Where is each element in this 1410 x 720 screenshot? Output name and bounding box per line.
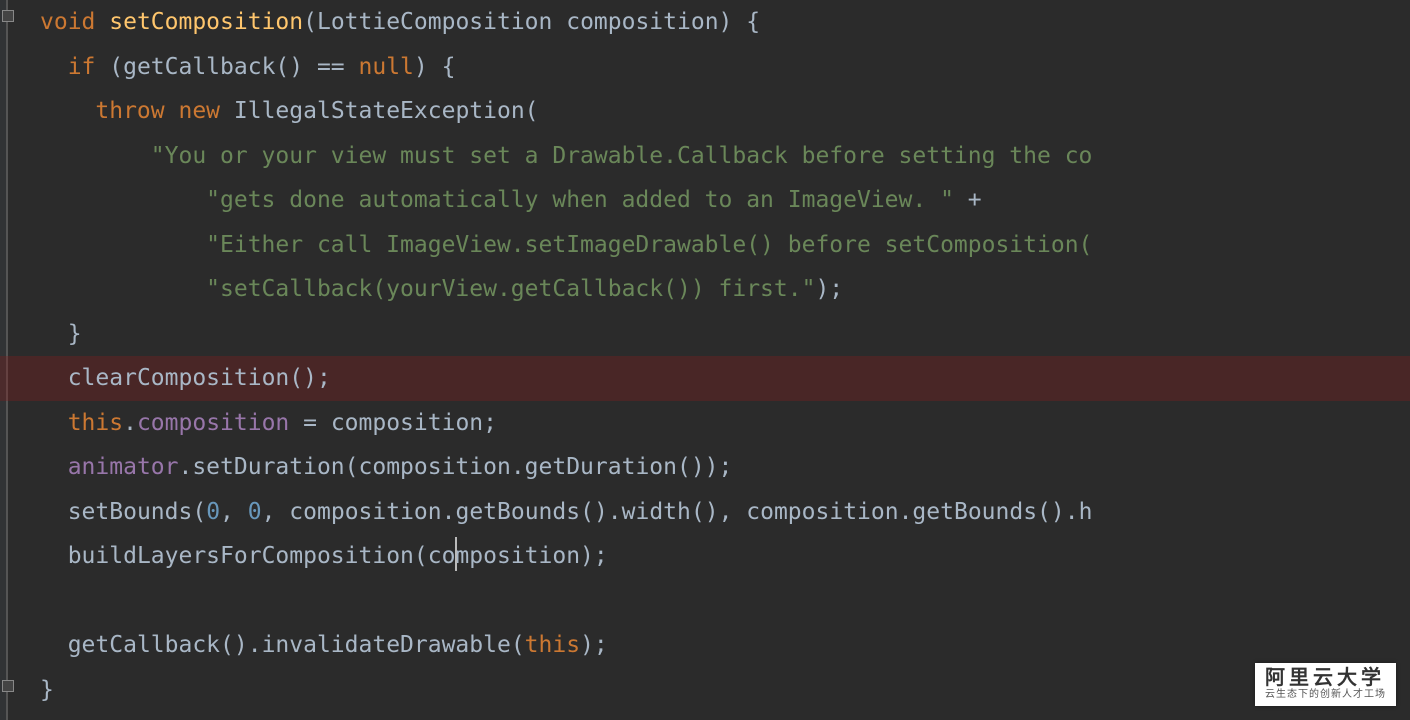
code-line[interactable] [12, 579, 1410, 624]
dot: . [123, 410, 137, 436]
string-literal: "setCallback(yourView.getCallback()) fir… [206, 276, 815, 302]
code-line[interactable]: setBounds(0, 0, composition.getBounds().… [12, 490, 1410, 535]
method-call: setBounds( [68, 499, 206, 525]
method-name: setComposition [109, 9, 303, 35]
operator-plus: + [954, 187, 982, 213]
code-line[interactable]: animator.setDuration(composition.getDura… [12, 445, 1410, 490]
close-brace: } [40, 677, 54, 703]
field-ref: animator [68, 454, 179, 480]
method-call: , composition.getBounds().width(), compo… [262, 499, 1093, 525]
method-call: buildLayersForComposition(composition); [68, 543, 608, 569]
string-literal: "gets done automatically when added to a… [206, 187, 954, 213]
close-paren: ); [580, 632, 608, 658]
keyword-throw: throw [95, 98, 164, 124]
expr: ) { [414, 54, 456, 80]
code-line[interactable]: "setCallback(yourView.getCallback()) fir… [12, 267, 1410, 312]
close-paren: ); [815, 276, 843, 302]
exception-type: IllegalStateException( [234, 98, 539, 124]
code-line[interactable]: "Either call ImageView.setImageDrawable(… [12, 223, 1410, 268]
watermark: 阿里云大学 云生态下的创新人才工场 [1255, 663, 1396, 706]
code-line[interactable]: void setComposition(LottieComposition co… [12, 0, 1410, 45]
string-literal: "You or your view must set a Drawable.Ca… [151, 143, 1093, 169]
keyword-this: this [525, 632, 580, 658]
code-line[interactable]: buildLayersForComposition(composition); [12, 534, 1410, 579]
code-area[interactable]: void setComposition(LottieComposition co… [12, 0, 1410, 712]
keyword-void: void [40, 9, 95, 35]
code-line[interactable]: } [12, 312, 1410, 357]
code-line[interactable]: clearComposition(); [12, 356, 1410, 401]
close-brace: } [68, 321, 82, 347]
method-call: .setDuration(composition.getDuration()); [178, 454, 732, 480]
code-line[interactable]: throw new IllegalStateException( [12, 89, 1410, 134]
assign: = composition; [289, 410, 497, 436]
field-ref: composition [137, 410, 289, 436]
keyword-new: new [165, 98, 234, 124]
number-literal: 0 [248, 499, 262, 525]
watermark-subtitle: 云生态下的创新人才工场 [1265, 689, 1386, 700]
code-line[interactable]: "gets done automatically when added to a… [12, 178, 1410, 223]
code-line[interactable]: "You or your view must set a Drawable.Ca… [12, 134, 1410, 179]
code-line[interactable]: getCallback().invalidateDrawable(this); [12, 623, 1410, 668]
string-literal: "Either call ImageView.setImageDrawable(… [206, 232, 1092, 258]
number-literal: 0 [206, 499, 220, 525]
text-caret [455, 537, 457, 571]
comma: , [220, 499, 248, 525]
code-line[interactable]: if (getCallback() == null) { [12, 45, 1410, 90]
code-editor[interactable]: void setComposition(LottieComposition co… [0, 0, 1410, 720]
code-line[interactable]: this.composition = composition; [12, 401, 1410, 446]
keyword-if: if [68, 54, 96, 80]
watermark-title: 阿里云大学 [1265, 667, 1386, 689]
code-line[interactable]: } [12, 668, 1410, 713]
method-call: getCallback().invalidateDrawable( [68, 632, 525, 658]
params: (LottieComposition composition) { [303, 9, 760, 35]
keyword-null: null [359, 54, 414, 80]
keyword-this: this [68, 410, 123, 436]
method-call: clearComposition(); [68, 365, 331, 391]
expr: (getCallback() == [95, 54, 358, 80]
